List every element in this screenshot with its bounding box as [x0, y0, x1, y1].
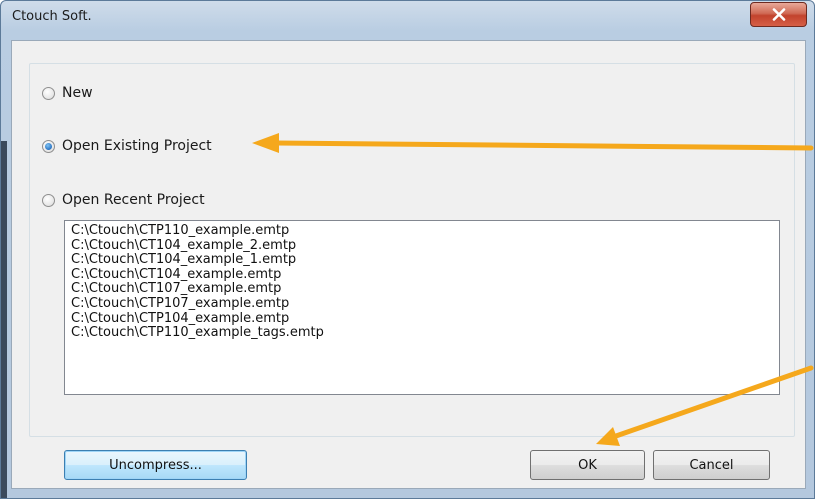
list-item[interactable]: C:\Ctouch\CT104_example.emtp: [71, 267, 773, 283]
list-item[interactable]: C:\Ctouch\CT104_example_2.emtp: [71, 238, 773, 254]
list-item[interactable]: C:\Ctouch\CTP104_example.emtp: [71, 311, 773, 327]
radio-open-existing-label: Open Existing Project: [62, 138, 212, 154]
radio-open-existing-circle[interactable]: [42, 139, 55, 153]
radio-open-recent-circle[interactable]: [42, 193, 55, 207]
cancel-button[interactable]: Cancel: [653, 450, 770, 480]
title-bar[interactable]: Ctouch Soft.: [1, 1, 814, 35]
radio-open-recent-label: Open Recent Project: [62, 192, 205, 208]
list-item[interactable]: C:\Ctouch\CTP107_example.emtp: [71, 296, 773, 312]
radio-open-existing[interactable]: Open Existing Project: [42, 138, 212, 154]
dialog-client-area: New Open Existing Project Open Recent Pr…: [11, 40, 806, 489]
list-item[interactable]: C:\Ctouch\CT107_example.emtp: [71, 282, 773, 297]
close-icon: [772, 8, 785, 21]
list-item[interactable]: C:\Ctouch\CTP110_example.emtp: [71, 223, 773, 239]
ok-button[interactable]: OK: [530, 450, 645, 480]
list-item[interactable]: C:\Ctouch\CTP110_example_tags.emtp: [71, 326, 773, 341]
close-button[interactable]: [750, 2, 807, 27]
radio-new-label: New: [62, 85, 93, 101]
recent-projects-list[interactable]: C:\Ctouch\CTP110_example.emtp C:\Ctouch\…: [64, 220, 780, 395]
radio-new[interactable]: New: [42, 85, 93, 101]
radio-open-recent[interactable]: Open Recent Project: [42, 192, 205, 208]
window-title: Ctouch Soft.: [12, 9, 92, 24]
list-item[interactable]: C:\Ctouch\CT104_example_1.emtp: [71, 253, 773, 268]
background-window-edge: [1, 141, 7, 498]
dialog-window: Ctouch Soft. New Open Existing Project O…: [0, 0, 815, 499]
project-options-group: New Open Existing Project Open Recent Pr…: [29, 63, 795, 437]
uncompress-button[interactable]: Uncompress...: [64, 450, 247, 480]
radio-new-circle[interactable]: [42, 86, 55, 100]
